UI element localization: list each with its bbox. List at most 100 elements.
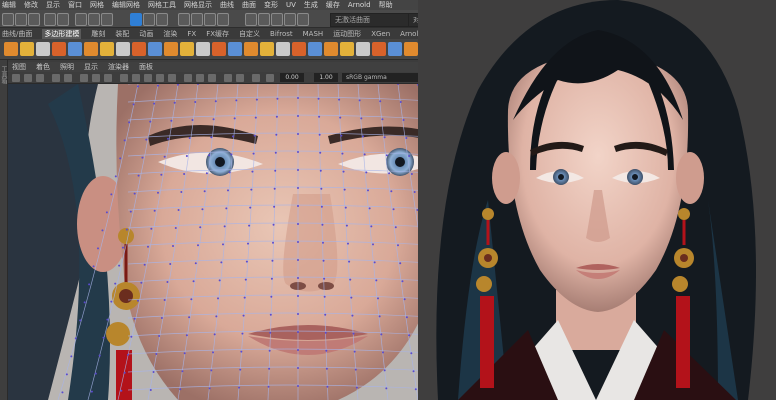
shelf-tab[interactable]: 自定义 bbox=[239, 29, 260, 39]
menu-item[interactable]: 变形 bbox=[264, 0, 278, 10]
new-scene-icon[interactable] bbox=[2, 13, 14, 26]
panel-menu-item[interactable]: 着色 bbox=[36, 62, 50, 72]
shelf-tool-icon[interactable] bbox=[100, 42, 114, 56]
snap-grid-icon[interactable] bbox=[178, 13, 190, 26]
ipr-render-icon[interactable] bbox=[258, 13, 270, 26]
camera-attr-icon[interactable] bbox=[24, 74, 32, 82]
shelf-tool-icon[interactable] bbox=[228, 42, 242, 56]
film-gate-icon[interactable] bbox=[92, 74, 100, 82]
menu-item[interactable]: 曲线 bbox=[220, 0, 234, 10]
shelf-tab[interactable]: FX bbox=[187, 30, 196, 38]
shelf-tab[interactable]: 运动图形 bbox=[333, 29, 361, 39]
shelf-tool-icon[interactable] bbox=[148, 42, 162, 56]
arnold-render-view-icon[interactable] bbox=[297, 13, 309, 26]
lights-icon[interactable] bbox=[168, 74, 176, 82]
shadows-icon[interactable] bbox=[184, 74, 192, 82]
shelf-tab[interactable]: 渲染 bbox=[163, 29, 177, 39]
bookmark-icon[interactable] bbox=[36, 74, 44, 82]
select-object-icon[interactable] bbox=[88, 13, 100, 26]
resolution-gate-icon[interactable] bbox=[104, 74, 112, 82]
shelf-tool-icon[interactable] bbox=[356, 42, 370, 56]
shelf-tool-icon[interactable] bbox=[20, 42, 34, 56]
panel-menu-item[interactable]: 照明 bbox=[60, 62, 74, 72]
select-component-icon[interactable] bbox=[101, 13, 113, 26]
render-icon[interactable] bbox=[245, 13, 257, 26]
snap-point-icon[interactable] bbox=[204, 13, 216, 26]
shelf-tool-icon[interactable] bbox=[132, 42, 146, 56]
menu-item[interactable]: 修改 bbox=[24, 0, 38, 10]
xray-icon[interactable] bbox=[236, 74, 244, 82]
shelf-tool-icon[interactable] bbox=[180, 42, 194, 56]
panel-menu-item[interactable]: 渲染器 bbox=[108, 62, 129, 72]
shelf-tool-icon[interactable] bbox=[324, 42, 338, 56]
menu-item[interactable]: Arnold bbox=[348, 1, 371, 9]
shelf-tool-icon[interactable] bbox=[276, 42, 290, 56]
shelf-tab[interactable]: MASH bbox=[303, 30, 324, 38]
menu-item[interactable]: 曲面 bbox=[242, 0, 256, 10]
menu-item[interactable]: 生成 bbox=[304, 0, 318, 10]
menu-item[interactable]: 缓存 bbox=[326, 0, 340, 10]
shelf-tool-icon[interactable] bbox=[388, 42, 402, 56]
save-scene-icon[interactable] bbox=[28, 13, 40, 26]
shelf-tool-icon[interactable] bbox=[4, 42, 18, 56]
anti-aliasing-icon[interactable] bbox=[208, 74, 216, 82]
menu-item[interactable]: 网格显示 bbox=[184, 0, 212, 10]
shelf-tool-icon[interactable] bbox=[84, 42, 98, 56]
redo-icon[interactable] bbox=[57, 13, 69, 26]
image-plane-icon[interactable] bbox=[52, 74, 60, 82]
2d-pan-icon[interactable] bbox=[64, 74, 72, 82]
wireframe-icon[interactable] bbox=[120, 74, 128, 82]
isolate-select-icon[interactable] bbox=[224, 74, 232, 82]
menu-item[interactable]: 显示 bbox=[46, 0, 60, 10]
exposure-field[interactable]: 0.00 bbox=[280, 73, 304, 82]
textured-icon[interactable] bbox=[156, 74, 164, 82]
shelf-tab[interactable]: 雕刻 bbox=[91, 29, 105, 39]
shelf-tool-icon[interactable] bbox=[308, 42, 322, 56]
shelf-tab[interactable]: 装配 bbox=[115, 29, 129, 39]
shelf-tool-icon[interactable] bbox=[212, 42, 226, 56]
select-icon[interactable] bbox=[130, 13, 142, 26]
snap-curve-icon[interactable] bbox=[191, 13, 203, 26]
viewport[interactable] bbox=[8, 84, 448, 400]
menu-item[interactable]: 网格工具 bbox=[148, 0, 176, 10]
shelf-tool-icon[interactable] bbox=[68, 42, 82, 56]
open-scene-icon[interactable] bbox=[15, 13, 27, 26]
paint-select-icon[interactable] bbox=[156, 13, 168, 26]
menu-item[interactable]: 编辑网格 bbox=[112, 0, 140, 10]
render-settings-icon[interactable] bbox=[271, 13, 283, 26]
lasso-icon[interactable] bbox=[143, 13, 155, 26]
select-hierarchy-icon[interactable] bbox=[75, 13, 87, 26]
shelf-tab[interactable]: 多边形建模 bbox=[42, 28, 82, 39]
shelf-tab[interactable]: FX缓存 bbox=[206, 29, 229, 39]
ambient-occlusion-icon[interactable] bbox=[196, 74, 204, 82]
shelf-tab[interactable]: 曲线/曲面 bbox=[2, 29, 32, 39]
menu-item[interactable]: 帮助 bbox=[379, 0, 393, 10]
wireframe-on-shaded-icon[interactable] bbox=[144, 74, 152, 82]
shelf-tab[interactable]: Bifrost bbox=[270, 30, 293, 38]
menu-item[interactable]: 编辑 bbox=[2, 0, 16, 10]
snap-surface-icon[interactable] bbox=[217, 13, 229, 26]
shelf-tool-icon[interactable] bbox=[164, 42, 178, 56]
shelf-tool-icon[interactable] bbox=[292, 42, 306, 56]
menu-item[interactable]: 网格 bbox=[90, 0, 104, 10]
grid-icon[interactable] bbox=[80, 74, 88, 82]
shelf-tool-icon[interactable] bbox=[244, 42, 258, 56]
camera-select-icon[interactable] bbox=[12, 74, 20, 82]
shelf-tool-icon[interactable] bbox=[116, 42, 130, 56]
shelf-tab[interactable]: XGen bbox=[371, 30, 390, 38]
menu-item[interactable]: 窗口 bbox=[68, 0, 82, 10]
panel-menu-item[interactable]: 显示 bbox=[84, 62, 98, 72]
selection-field[interactable]: 无激活曲面 bbox=[330, 13, 410, 27]
smooth-shade-icon[interactable] bbox=[132, 74, 140, 82]
shelf-tool-icon[interactable] bbox=[372, 42, 386, 56]
gamma-field[interactable]: 1.00 bbox=[314, 73, 338, 82]
hypershade-icon[interactable] bbox=[284, 13, 296, 26]
shelf-tool-icon[interactable] bbox=[196, 42, 210, 56]
shelf-tool-icon[interactable] bbox=[52, 42, 66, 56]
shelf-tool-icon[interactable] bbox=[36, 42, 50, 56]
shelf-tool-icon[interactable] bbox=[404, 42, 418, 56]
menu-item[interactable]: UV bbox=[286, 1, 296, 9]
shelf-tool-icon[interactable] bbox=[340, 42, 354, 56]
shelf-tool-icon[interactable] bbox=[260, 42, 274, 56]
shelf-tab[interactable]: 动画 bbox=[139, 29, 153, 39]
